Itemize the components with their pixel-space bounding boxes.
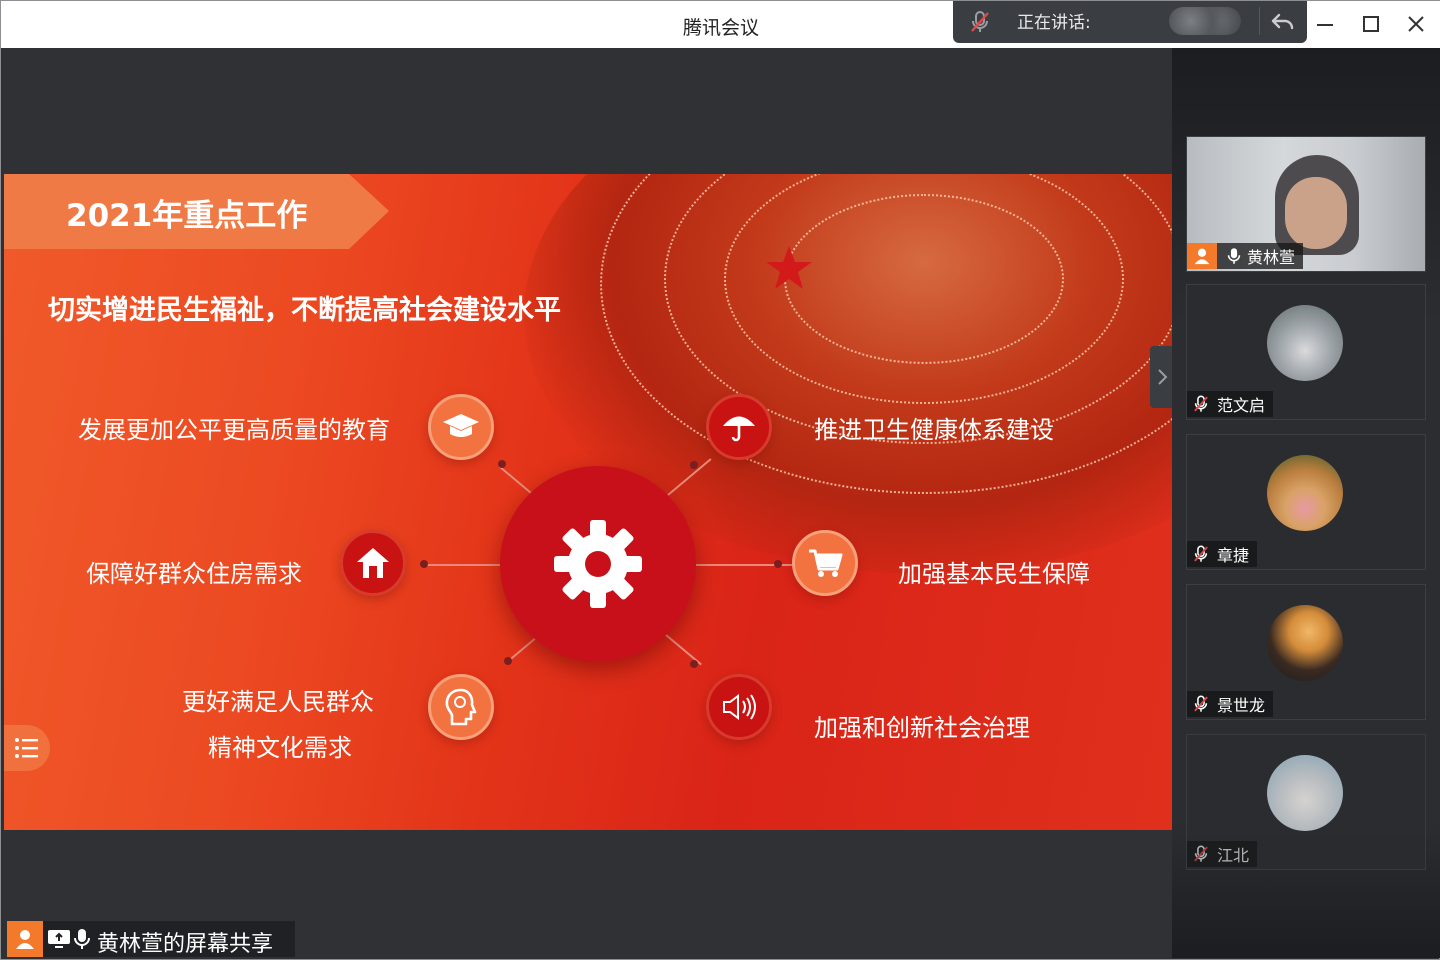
- slide-heading-tag: 2021年重点工作: [4, 174, 389, 249]
- participant-name-tag: 范文启: [1187, 391, 1274, 417]
- speaking-label: 正在讲话:: [1017, 13, 1091, 33]
- hub-circle: [500, 466, 696, 662]
- title-bar: 腾讯会议 正在讲话:: [1, 1, 1440, 48]
- participant-name-tag: 景世龙: [1187, 691, 1274, 717]
- item-culture-bubble: [428, 674, 494, 740]
- participant-tile[interactable]: 范文启: [1186, 284, 1426, 420]
- item-welfare-bubble: [792, 530, 858, 596]
- collapse-sidebar-button[interactable]: [1150, 346, 1174, 408]
- mic-icon: [1227, 248, 1241, 264]
- user-avatar-icon: [1187, 243, 1217, 269]
- participant-name: 黄林萱: [1247, 248, 1296, 267]
- video-feed-face: [1285, 177, 1347, 249]
- mic-muted-icon: [1194, 545, 1208, 562]
- participant-name: 范文启: [1217, 396, 1266, 415]
- minimize-icon[interactable]: [1313, 12, 1337, 36]
- item-governance-label: 加强和创新社会治理: [814, 714, 1030, 742]
- avatar: [1267, 455, 1343, 531]
- participant-tile[interactable]: 景世龙: [1186, 584, 1426, 720]
- participant-name: 江北: [1217, 846, 1250, 865]
- presentation-slide: 2021年重点工作 切实增进民生福祉，不断提高社会建设水平 发展更加公平更高质量…: [4, 174, 1172, 830]
- item-governance-bubble: [706, 674, 772, 740]
- item-housing-bubble: [340, 530, 406, 596]
- item-housing-label: 保障好群众住房需求: [86, 560, 302, 588]
- cart-icon: [809, 549, 843, 577]
- graduation-cap-icon: [443, 414, 479, 437]
- meeting-window: 腾讯会议 正在讲话: 2021年重点工作 切实增进民生福祉，不断提高社会建设水平…: [0, 0, 1440, 960]
- mic-muted-icon: [1194, 395, 1208, 412]
- participant-name: 景世龙: [1217, 696, 1266, 715]
- speaking-indicator: 正在讲话:: [953, 1, 1307, 43]
- close-icon[interactable]: [1404, 12, 1428, 36]
- connector-dot: [504, 657, 512, 665]
- ceiling-ring: [784, 194, 1064, 364]
- screen-share-label: 黄林萱的屏幕共享: [7, 921, 295, 957]
- mic-icon: [74, 929, 90, 949]
- head-icon: [445, 688, 477, 726]
- mic-muted-icon[interactable]: [967, 9, 993, 35]
- connector-dot: [498, 460, 506, 468]
- shared-screen: 2021年重点工作 切实增进民生福祉，不断提高社会建设水平 发展更加公平更高质量…: [4, 48, 1174, 958]
- connector-dot: [774, 560, 782, 568]
- speaker-avatars-blurred: [1169, 7, 1241, 35]
- list-icon: [15, 738, 38, 758]
- connector-line: [422, 564, 502, 566]
- umbrella-icon: [723, 416, 755, 442]
- maximize-icon[interactable]: [1359, 12, 1383, 36]
- connector-dot: [420, 560, 428, 568]
- participant-name-tag: 黄林萱: [1187, 243, 1304, 269]
- house-icon: [357, 548, 389, 578]
- divider: [1259, 7, 1260, 35]
- slide-subtitle: 切实增进民生福祉，不断提高社会建设水平: [48, 295, 561, 326]
- participant-name-tag: 章捷: [1187, 541, 1258, 567]
- participant-tile[interactable]: 章捷: [1186, 434, 1426, 570]
- red-star-icon: [766, 246, 812, 289]
- return-arrow-icon[interactable]: [1269, 7, 1297, 35]
- slide-menu-button[interactable]: [4, 725, 50, 771]
- item-education-bubble: [428, 394, 494, 460]
- item-health-bubble: [706, 394, 772, 460]
- slide-heading: 2021年重点工作: [66, 198, 308, 234]
- mic-muted-icon: [1194, 695, 1208, 712]
- item-culture-label-line1: 更好满足人民群众: [182, 688, 374, 716]
- item-culture-label-line2: 精神文化需求: [208, 734, 352, 762]
- avatar: [1267, 305, 1343, 381]
- chevron-right-icon: [1158, 369, 1168, 385]
- participant-name-tag: 江北: [1187, 841, 1258, 867]
- participant-name: 章捷: [1217, 546, 1250, 565]
- participant-tile-video[interactable]: 黄林萱: [1186, 136, 1426, 272]
- screen-share-icon: [48, 930, 70, 948]
- gear-icon: [554, 520, 642, 608]
- screen-share-text: 黄林萱的屏幕共享: [97, 932, 274, 957]
- connector-dot: [690, 660, 698, 668]
- speaker-icon: [723, 694, 756, 720]
- avatar: [1267, 605, 1343, 681]
- item-health-label: 推进卫生健康体系建设: [814, 416, 1054, 444]
- item-education-label: 发展更加公平更高质量的教育: [78, 416, 390, 444]
- participant-tile[interactable]: 江北: [1186, 734, 1426, 870]
- user-avatar-icon: [7, 921, 43, 957]
- connector-dot: [690, 461, 698, 469]
- avatar: [1267, 755, 1343, 831]
- participant-sidebar: 黄林萱 范文启 章捷 景世龙 江北: [1172, 48, 1440, 958]
- mic-muted-icon: [1194, 845, 1208, 862]
- item-welfare-label: 加强基本民生保障: [898, 560, 1090, 588]
